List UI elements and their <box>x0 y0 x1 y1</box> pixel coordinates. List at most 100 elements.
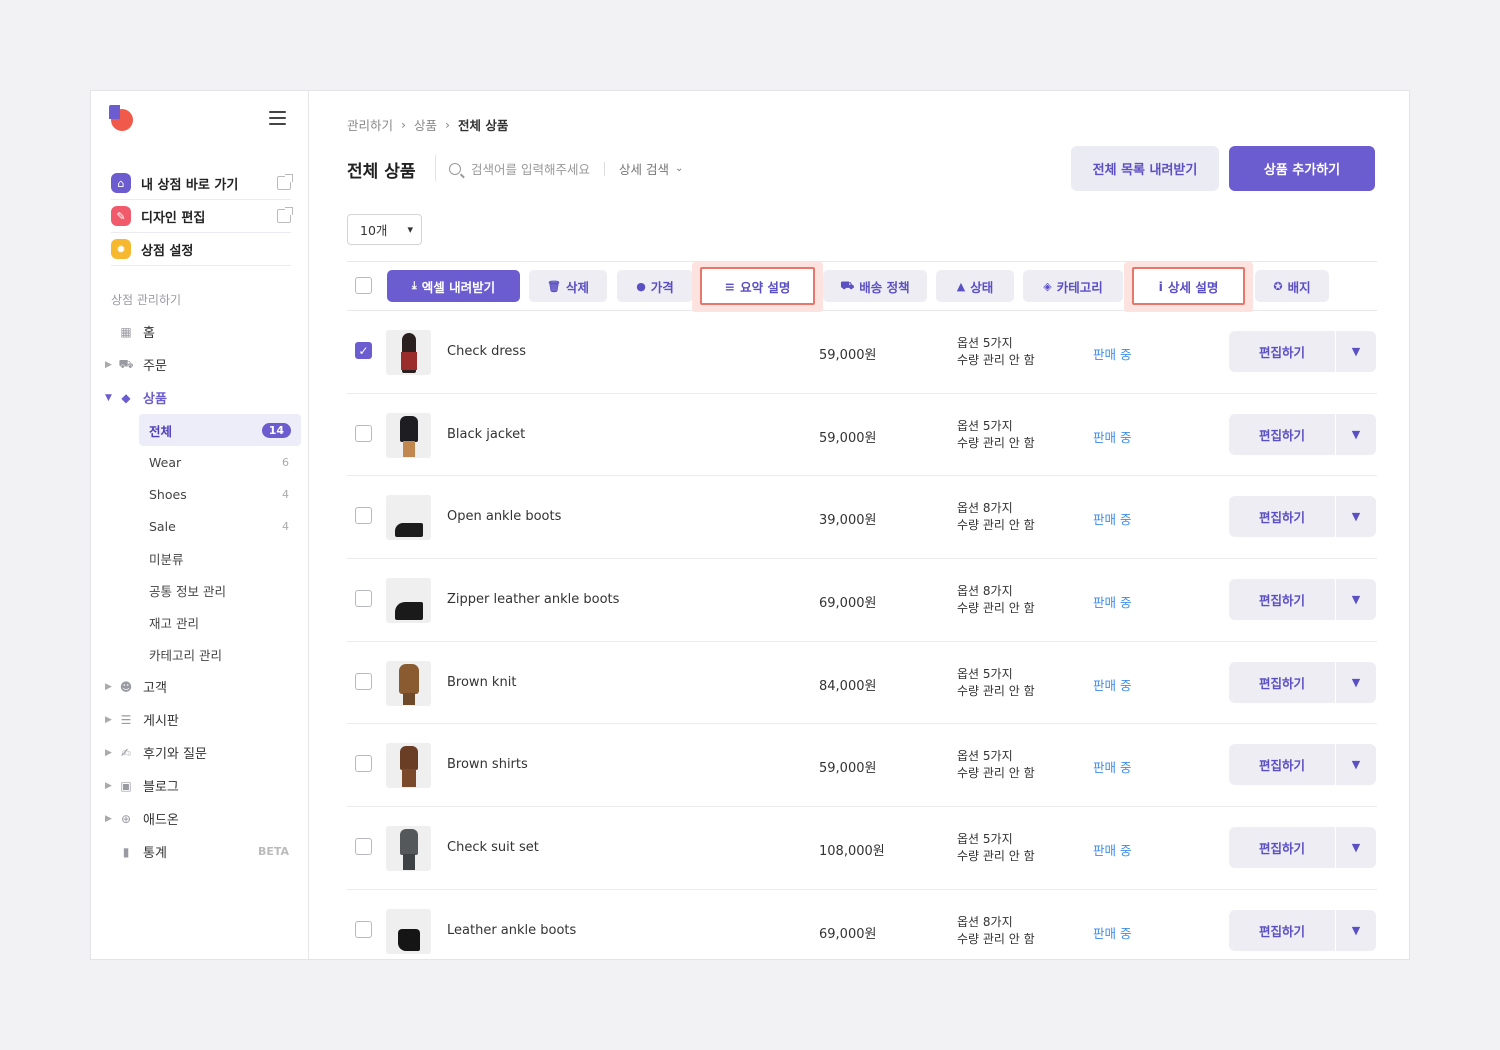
product-thumbnail <box>386 908 431 954</box>
grid-icon: ▦ <box>120 324 132 339</box>
breadcrumb-item[interactable]: 상품 <box>414 115 437 134</box>
edit-button[interactable]: 편집하기 <box>1229 744 1335 786</box>
logo[interactable] <box>109 105 135 133</box>
edit-button[interactable]: 편집하기 <box>1229 661 1335 703</box>
table-row[interactable]: Open ankle boots 39,000원 옵션 8가지 수량 관리 안 … <box>347 476 1377 560</box>
table-row[interactable]: Check suit set 108,000원 옵션 5가지 수량 관리 안 함… <box>347 807 1377 890</box>
chevron-down-icon[interactable]: ▼ <box>1336 413 1376 455</box>
table-row[interactable]: Zipper leather ankle boots 69,000원 옵션 8가… <box>347 559 1377 642</box>
table-row[interactable]: Brown knit 84,000원 옵션 5가지 수량 관리 안 함 판매 중… <box>347 642 1377 725</box>
quick-link-settings[interactable]: ✹ 상점 설정 <box>111 233 291 266</box>
menu-icon[interactable] <box>269 111 286 125</box>
excel-download-button[interactable]: ⤓ 엑셀 내려받기 <box>387 270 520 302</box>
table-row[interactable]: ✓ Check dress 59,000원 옵션 5가지 수량 관리 안 함 판… <box>347 311 1377 394</box>
sidebar-item-addons[interactable]: ▶ ⊕ 애드온 <box>91 802 309 835</box>
product-name[interactable]: Open ankle boots <box>447 509 561 524</box>
product-name[interactable]: Check dress <box>447 344 526 359</box>
submenu-item-category[interactable]: 카테고리 관리 <box>139 638 301 670</box>
chevron-down-icon[interactable]: ▼ <box>1336 661 1376 703</box>
chevron-down-icon[interactable]: ▼ <box>1336 909 1376 951</box>
submenu-item-wear[interactable]: Wear 6 <box>139 446 301 478</box>
submenu-label: 미분류 <box>149 551 184 567</box>
submenu-item-all[interactable]: 전체 14 <box>139 414 301 446</box>
product-name[interactable]: Leather ankle boots <box>447 923 576 938</box>
search-input[interactable]: 검색어를 입력해주세요 <box>471 159 590 178</box>
price-button[interactable]: ● 가격 <box>617 270 693 302</box>
status-button[interactable]: ▲ 상태 <box>936 270 1014 302</box>
sidebar-item-customers[interactable]: ▶ ☻ 고객 <box>91 670 309 703</box>
download-list-button[interactable]: 전체 목록 내려받기 <box>1071 146 1219 191</box>
row-checkbox[interactable] <box>355 838 372 856</box>
sidebar-item-orders[interactable]: ▶ ⛟ 주문 <box>91 348 309 381</box>
submenu-item-shoes[interactable]: Shoes 4 <box>139 478 301 510</box>
advanced-search-toggle[interactable]: 상세 검색 ⌄ <box>619 159 683 178</box>
row-checkbox[interactable] <box>355 672 372 690</box>
sidebar-item-home[interactable]: ▦ 홈 <box>91 315 309 348</box>
chevron-down-icon[interactable]: ▼ <box>1336 331 1376 372</box>
category-button[interactable]: ◈ 카테고리 <box>1023 270 1123 302</box>
table-row[interactable]: Black jacket 59,000원 옵션 5가지 수량 관리 안 함 판매… <box>347 394 1377 477</box>
gear-icon: ✹ <box>111 239 131 259</box>
badge-button[interactable]: ✪ 배지 <box>1255 270 1329 302</box>
edit-button[interactable]: 편집하기 <box>1229 909 1335 951</box>
product-name[interactable]: Check suit set <box>447 840 539 855</box>
external-link-icon[interactable] <box>277 207 293 223</box>
product-name[interactable]: Black jacket <box>447 427 525 442</box>
submenu-item-inventory[interactable]: 재고 관리 <box>139 606 301 638</box>
edit-button[interactable]: 편집하기 <box>1229 579 1335 621</box>
add-product-button[interactable]: 상품 추가하기 <box>1229 146 1375 191</box>
row-checkbox[interactable] <box>355 755 372 773</box>
product-thumbnail <box>386 495 431 541</box>
breadcrumb-item[interactable]: 관리하기 <box>347 115 393 134</box>
row-checkbox[interactable] <box>355 590 372 608</box>
sidebar-item-products[interactable]: ▼ ◆ 상품 <box>91 381 309 414</box>
row-checkbox[interactable] <box>355 920 372 938</box>
info-icon: i <box>1158 278 1163 294</box>
product-name[interactable]: Brown shirts <box>447 757 528 772</box>
quick-link-design[interactable]: ✎ 디자인 편집 <box>111 200 293 233</box>
button-label: 삭제 <box>565 279 589 295</box>
per-page-select[interactable]: 10개 ▾ <box>347 214 422 245</box>
sidebar-item-label: 주문 <box>143 359 167 374</box>
row-checkbox[interactable] <box>355 424 372 442</box>
shipping-policy-button[interactable]: ⛟ 배송 정책 <box>823 270 927 302</box>
edit-button[interactable]: 편집하기 <box>1229 331 1335 372</box>
status-label: 판매 중 <box>1093 512 1132 528</box>
row-checkbox[interactable]: ✓ <box>355 342 372 359</box>
row-checkbox[interactable] <box>355 507 372 525</box>
status-label: 판매 중 <box>1093 760 1132 776</box>
main-content: 관리하기 › 상품 › 전체 상품 전체 상품 검색어를 입력해주세요 상세 검… <box>347 91 1377 959</box>
edit-button[interactable]: 편집하기 <box>1229 827 1335 869</box>
chevron-down-icon[interactable]: ▼ <box>1336 827 1376 869</box>
submenu-item-sale[interactable]: Sale 4 <box>139 510 301 542</box>
submenu-item-uncategorized[interactable]: 미분류 <box>139 542 301 574</box>
product-name[interactable]: Zipper leather ankle boots <box>447 592 619 607</box>
product-name[interactable]: Brown knit <box>447 675 516 690</box>
quick-link-store[interactable]: ⌂ 내 상점 바로 가기 <box>111 167 293 200</box>
button-label: 요약 설명 <box>740 279 791 295</box>
sidebar-item-reviews[interactable]: ▶ ✍ 후기와 질문 <box>91 736 309 769</box>
chevron-down-icon[interactable]: ▼ <box>1336 496 1376 538</box>
sidebar-item-blog[interactable]: ▶ ▣ 블로그 <box>91 769 309 802</box>
table-row[interactable]: Leather ankle boots 69,000원 옵션 8가지 수량 관리… <box>347 890 1377 959</box>
count-badge: 4 <box>282 487 289 501</box>
chevron-down-icon[interactable]: ▼ <box>1336 744 1376 786</box>
delete-button[interactable]: 🗑 삭제 <box>529 270 607 302</box>
chevron-down-icon[interactable]: ▼ <box>1336 579 1376 621</box>
summary-description-button[interactable]: ≡ 요약 설명 <box>700 267 815 305</box>
divider <box>603 161 605 176</box>
select-all-checkbox[interactable] <box>355 277 372 294</box>
detail-description-button[interactable]: i 상세 설명 <box>1132 267 1245 305</box>
stock-mode: 수량 관리 안 함 <box>957 601 1035 616</box>
submenu-item-common-info[interactable]: 공통 정보 관리 <box>139 574 301 606</box>
edit-button[interactable]: 편집하기 <box>1229 413 1335 455</box>
caret-right-icon: ▶ <box>105 813 112 824</box>
advanced-search-label: 상세 검색 <box>618 162 669 177</box>
sidebar-item-board[interactable]: ▶ ☰ 게시판 <box>91 703 309 736</box>
status-label: 판매 중 <box>1093 925 1132 941</box>
edit-button[interactable]: 편집하기 <box>1229 496 1335 538</box>
table-row[interactable]: Brown shirts 59,000원 옵션 5가지 수량 관리 안 함 판매… <box>347 724 1377 808</box>
external-link-icon[interactable] <box>277 174 293 190</box>
sidebar-item-stats[interactable]: ▮ 통계 BETA <box>91 835 309 868</box>
divider <box>435 155 436 181</box>
